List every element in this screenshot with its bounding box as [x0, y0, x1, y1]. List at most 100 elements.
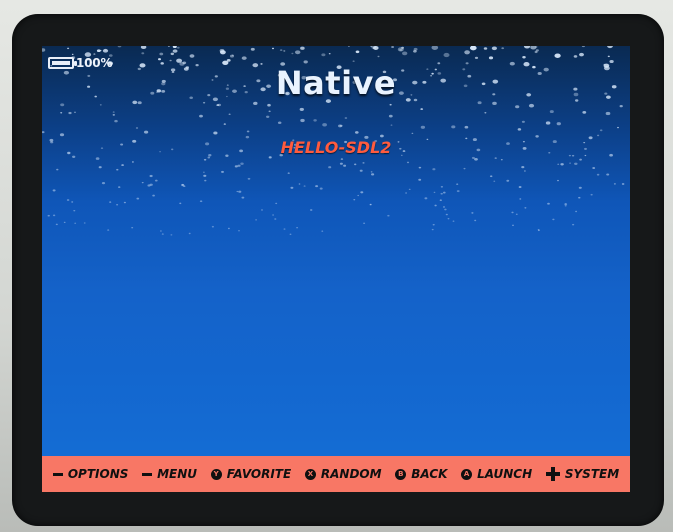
- star-dot: [523, 170, 526, 172]
- star-dot: [575, 210, 578, 213]
- star-dot: [228, 113, 231, 116]
- star-dot: [321, 230, 324, 232]
- star-dot: [287, 172, 290, 174]
- star-dot: [549, 110, 554, 114]
- star-dot: [557, 163, 560, 165]
- star-dot: [535, 49, 539, 52]
- star-dot: [445, 213, 448, 216]
- hint-label: RANDOM: [320, 467, 382, 481]
- star-dot: [211, 225, 214, 228]
- star-dot: [328, 53, 331, 55]
- star-dot: [98, 166, 102, 169]
- handheld-device: 100% Native HELLO-SDL2 OPTIONS MENU Y FA…: [0, 0, 673, 532]
- hint-menu[interactable]: MENU: [142, 467, 197, 481]
- star-dot: [493, 180, 496, 182]
- star-dot: [338, 124, 342, 128]
- star-dot: [123, 201, 127, 204]
- star-dot: [521, 120, 525, 123]
- star-dot: [112, 114, 115, 116]
- star-dot: [579, 158, 582, 161]
- star-dot: [114, 119, 118, 123]
- star-dot: [203, 158, 207, 161]
- hint-back[interactable]: B BACK: [395, 467, 447, 481]
- star-dot: [528, 103, 535, 108]
- star-dot: [411, 132, 414, 135]
- star-dot: [511, 211, 514, 214]
- star-dot: [431, 228, 434, 231]
- star-dot: [439, 199, 442, 202]
- hint-random[interactable]: X RANDOM: [304, 467, 382, 481]
- star-dot: [274, 218, 277, 220]
- star-dot: [47, 214, 50, 217]
- star-dot: [236, 190, 239, 193]
- star-dot: [581, 46, 585, 48]
- star-dot: [96, 49, 101, 53]
- star-dot: [440, 185, 444, 188]
- star-dot: [564, 203, 568, 206]
- star-dot: [141, 181, 144, 184]
- star-dot: [56, 168, 59, 171]
- star-dot: [471, 212, 474, 214]
- star-dot: [443, 191, 446, 194]
- b-button-icon: B: [395, 468, 407, 480]
- star-dot: [599, 129, 603, 132]
- star-dot: [260, 209, 264, 211]
- star-dot: [519, 198, 522, 200]
- star-dot: [390, 124, 393, 126]
- dpad-icon: [545, 467, 560, 481]
- star-dot: [522, 55, 526, 59]
- hint-system[interactable]: SYSTEM: [545, 467, 620, 481]
- star-dot: [107, 229, 110, 231]
- star-dot: [405, 192, 408, 194]
- star-dot: [474, 219, 477, 222]
- button-hint-bar: OPTIONS MENU Y FAVORITE X RANDOM B BACK …: [42, 456, 630, 492]
- star-dot: [362, 162, 365, 164]
- star-dot: [291, 52, 294, 55]
- star-dot: [303, 60, 308, 64]
- star-dot: [579, 52, 584, 57]
- device-screen: 100% Native HELLO-SDL2 OPTIONS MENU Y FA…: [42, 46, 630, 492]
- star-dot: [354, 163, 357, 166]
- star-dot: [322, 123, 327, 127]
- hint-label: BACK: [411, 467, 448, 481]
- star-dot: [160, 230, 162, 232]
- hint-favorite[interactable]: Y FAVORITE: [210, 467, 291, 481]
- star-dot: [613, 183, 616, 185]
- star-dot: [253, 101, 258, 105]
- star-dot: [607, 46, 613, 49]
- star-dot: [226, 59, 231, 62]
- star-dot: [573, 55, 578, 58]
- hint-label: SYSTEM: [564, 467, 620, 481]
- star-dot: [238, 190, 242, 193]
- star-dot: [204, 179, 207, 182]
- star-dot: [328, 166, 332, 169]
- selected-game[interactable]: HELLO-SDL2: [42, 138, 630, 157]
- star-dot: [369, 203, 372, 206]
- star-dot: [66, 199, 70, 201]
- star-dot: [298, 183, 301, 185]
- star-dot: [592, 167, 596, 169]
- star-dot: [283, 50, 286, 52]
- star-dot: [121, 164, 124, 167]
- star-dot: [299, 107, 304, 111]
- hint-launch[interactable]: A LAUNCH: [461, 467, 532, 481]
- star-dot: [277, 121, 282, 125]
- hint-options[interactable]: OPTIONS: [52, 467, 128, 481]
- star-dot: [101, 181, 106, 185]
- star-dot: [202, 101, 206, 104]
- star-dot: [52, 214, 56, 217]
- star-dot: [582, 111, 587, 114]
- y-button-icon: Y: [210, 468, 222, 480]
- star-dot: [131, 227, 134, 229]
- star-dot: [418, 178, 422, 181]
- star-dot: [140, 46, 147, 50]
- star-dot: [74, 222, 77, 224]
- star-dot: [118, 186, 121, 188]
- star-dot: [176, 46, 180, 49]
- star-dot: [371, 173, 375, 176]
- star-dot: [95, 157, 100, 160]
- star-dot: [250, 47, 255, 51]
- star-dot: [169, 59, 172, 62]
- star-dot: [71, 53, 74, 55]
- star-dot: [238, 230, 240, 232]
